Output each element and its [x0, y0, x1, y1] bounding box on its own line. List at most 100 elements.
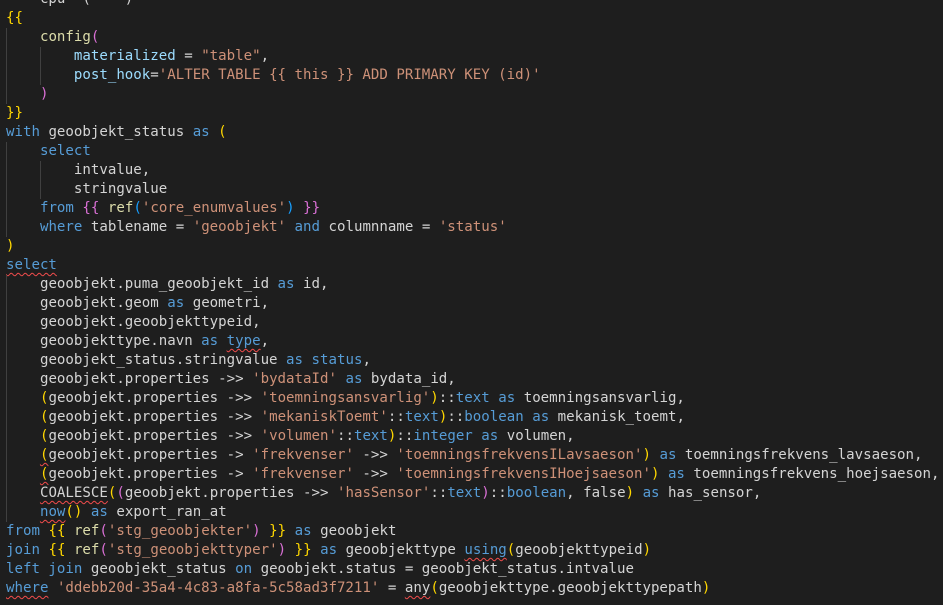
indent-guide [6, 85, 7, 104]
code-token: = [150, 67, 159, 83]
code-token: geoobjekttype [337, 542, 465, 558]
indentation [6, 390, 40, 406]
code-token: {{ [48, 523, 66, 539]
code-token: as [90, 504, 108, 520]
code-token: ( [430, 580, 439, 596]
code-token: as [667, 466, 685, 482]
code-token: as [659, 447, 677, 463]
code-token: 'frekvenser' [252, 466, 354, 482]
indent-guide [6, 28, 7, 47]
code-token: geoobjekt.properties -> [48, 447, 253, 463]
indent-guide [6, 161, 7, 180]
indent-guide [6, 313, 7, 332]
code-line: geoobjekttype.navn as type, [6, 332, 943, 351]
code-token: ) [6, 238, 15, 254]
code-line: ) [6, 85, 943, 104]
code-token: geoobjekt.properties ->> [124, 485, 337, 501]
indentation [6, 352, 40, 368]
indent-guide [6, 294, 7, 313]
code-token: 'bydataId' [252, 371, 337, 387]
code-line: where tablename = 'geoobjekt' and column… [6, 218, 943, 237]
code-token: from [39, 200, 74, 216]
indentation [6, 409, 40, 425]
code-token: ) [701, 580, 711, 596]
code-token: }} [303, 200, 321, 216]
code-token: as [642, 485, 660, 501]
code-token: integer [413, 428, 473, 444]
code-token: toemningsfrekvens_hoejsaeson, [684, 466, 940, 482]
code-token: 'mekaniskToemt' [260, 409, 388, 425]
code-token: , [260, 333, 270, 349]
code-token: ->> [353, 466, 397, 482]
indentation [6, 143, 40, 159]
code-line: from {{ ref('core_enumvalues') }} [6, 199, 943, 218]
code-token: as [532, 409, 550, 425]
code-token: :: [396, 428, 414, 444]
code-line: from {{ ref('stg_geoobjekter') }} as geo… [6, 522, 943, 541]
code-line: where 'ddebb20d-35a4-4c83-a8fa-5c58ad3f7… [6, 579, 943, 598]
indentation [6, 447, 40, 463]
code-token: 'ddebb20d-35a4-4c83-a8fa-5c58ad3f7211' [56, 580, 380, 596]
indent-guide [6, 66, 7, 85]
code-token: , [260, 48, 270, 64]
code-line: geoobjekt.geom as geometri, [6, 294, 943, 313]
code-token: geoobjekt_status [82, 561, 236, 577]
code-line: (geoobjekt.properties -> 'frekvenser' ->… [6, 465, 943, 484]
code-token: with [6, 124, 40, 140]
code-line: post_hook='ALTER TABLE {{ this }} ADD PR… [6, 66, 943, 85]
indentation [6, 200, 40, 216]
code-token: geoobjekt_status [39, 124, 193, 140]
code-line: config( [6, 28, 943, 47]
code-token: {{ [6, 10, 23, 26]
code-token: as [320, 542, 338, 558]
code-token: as [277, 276, 295, 292]
code-token: :: [489, 485, 507, 501]
code-token: 'core_enumvalues' [141, 200, 287, 216]
code-token: as [294, 523, 312, 539]
indent-guide [6, 332, 7, 351]
code-token: ) [481, 485, 490, 501]
code-editor[interactable]: cpu ( ) {{ config( materialized = "table… [0, 0, 943, 605]
code-line: }} [6, 104, 943, 123]
code-token: 'toemningsfrekvensIHoejsaeson' [396, 466, 651, 482]
code-token-with-error: using [464, 542, 507, 558]
indent-guide [6, 199, 7, 218]
code-token: boolean [506, 485, 567, 501]
indent-guide [6, 503, 7, 522]
code-token: ( [133, 200, 142, 216]
code-token: 'geoobjekt' [192, 219, 287, 235]
indentation [6, 485, 40, 501]
code-token: ) [642, 542, 652, 558]
code-token-with-error: where [6, 580, 49, 596]
code-token: 'toemningsfrekvensILavsaeson' [396, 447, 643, 463]
code-token: geoobjekttype.navn [39, 333, 202, 349]
code-token: status [311, 352, 363, 368]
indentation [6, 86, 40, 102]
code-line: select [6, 256, 943, 275]
code-token: :: [438, 390, 456, 406]
code-token: ( [90, 29, 100, 45]
code-token: ref [73, 523, 100, 539]
code-token: materialized [73, 48, 176, 64]
code-token: toemningsfrekvens_lavsaeson, [676, 447, 923, 463]
code-line: geoobjekt.puma_geoobjekt_id as id, [6, 275, 943, 294]
indent-guide [6, 465, 7, 484]
indentation [6, 276, 40, 292]
code-token: join [6, 542, 40, 558]
code-token: intvalue, [73, 162, 151, 178]
code-token: ( [99, 542, 108, 558]
code-line: geoobjekt_status.stringvalue as status, [6, 351, 943, 370]
code-token: () [65, 504, 83, 520]
indent-guide [40, 180, 41, 199]
code-token: ( [99, 523, 108, 539]
code-token: ) [277, 542, 287, 558]
indent-guide [40, 161, 41, 180]
